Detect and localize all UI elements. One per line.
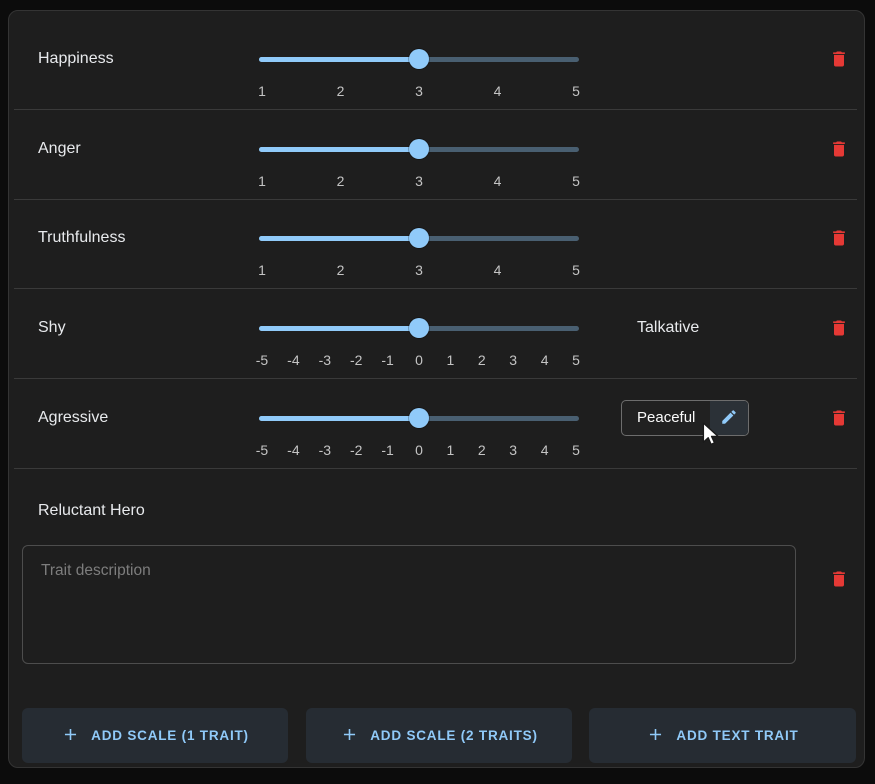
slider-fill [259, 57, 419, 62]
slider-tick-labels: -5 -4 -3 -2 -1 0 1 2 3 4 5 [262, 442, 576, 459]
traits-panel: Happiness 1 2 3 4 5 Anger [8, 10, 865, 768]
add-scale-2-label: ADD SCALE (2 TRAITS) [370, 728, 538, 743]
slider-tick-labels: 1 2 3 4 5 [262, 83, 576, 100]
trait-name-left: Shy [38, 308, 66, 348]
trash-icon [829, 318, 849, 341]
row-divider [14, 378, 857, 379]
delete-trait-button[interactable] [826, 406, 852, 432]
trait-name: Truthfulness [38, 218, 125, 258]
delete-trait-button[interactable] [826, 137, 852, 163]
row-divider [14, 468, 857, 469]
trait-slider[interactable] [259, 318, 579, 338]
trait-row-agressive: Agressive -5 -4 -3 -2 -1 0 1 2 3 4 5 Pea… [9, 398, 864, 470]
row-divider [14, 199, 857, 200]
trait-name-left: Agressive [38, 398, 108, 438]
trash-icon [829, 228, 849, 251]
plus-icon [646, 725, 665, 747]
slider-thumb[interactable] [409, 49, 429, 69]
trait-description-input[interactable] [22, 545, 796, 664]
trait-slider[interactable] [259, 49, 579, 69]
slider-fill [259, 326, 419, 331]
trait-slider[interactable] [259, 408, 579, 428]
delete-trait-button[interactable] [826, 226, 852, 252]
trash-icon [829, 408, 849, 431]
trait-slider[interactable] [259, 228, 579, 248]
trash-icon [829, 569, 849, 592]
edit-button[interactable] [710, 401, 748, 435]
slider-thumb[interactable] [409, 228, 429, 248]
add-text-trait-label: ADD TEXT TRAIT [676, 728, 798, 743]
right-trait-name-value[interactable]: Peaceful [622, 401, 710, 435]
right-trait-name-editor[interactable]: Peaceful [621, 400, 749, 436]
slider-fill [259, 236, 419, 241]
plus-icon [340, 725, 359, 747]
trait-name: Happiness [38, 39, 114, 79]
slider-thumb[interactable] [409, 318, 429, 338]
trait-row-happiness: Happiness 1 2 3 4 5 [9, 39, 864, 111]
slider-thumb[interactable] [409, 408, 429, 428]
trait-row-truthfulness: Truthfulness 1 2 3 4 5 [9, 218, 864, 290]
slider-thumb[interactable] [409, 139, 429, 159]
trait-name: Anger [38, 129, 81, 169]
add-scale-1-trait-button[interactable]: ADD SCALE (1 TRAIT) [22, 708, 288, 763]
page: Happiness 1 2 3 4 5 Anger [0, 0, 875, 784]
row-divider [14, 109, 857, 110]
slider-fill [259, 416, 419, 421]
row-divider [14, 288, 857, 289]
add-scale-2-traits-button[interactable]: ADD SCALE (2 TRAITS) [306, 708, 572, 763]
pencil-icon [720, 408, 738, 429]
trait-row-anger: Anger 1 2 3 4 5 [9, 129, 864, 201]
text-trait-name: Reluctant Hero [38, 501, 145, 521]
delete-text-trait-button[interactable] [826, 567, 852, 593]
trait-slider[interactable] [259, 139, 579, 159]
trash-icon [829, 139, 849, 162]
add-scale-1-label: ADD SCALE (1 TRAIT) [91, 728, 249, 743]
add-text-trait-button[interactable]: ADD TEXT TRAIT [589, 708, 856, 763]
trait-name-right: Talkative [637, 308, 699, 348]
delete-trait-button[interactable] [826, 47, 852, 73]
delete-trait-button[interactable] [826, 316, 852, 342]
plus-icon [61, 725, 80, 747]
trash-icon [829, 49, 849, 72]
slider-tick-labels: -5 -4 -3 -2 -1 0 1 2 3 4 5 [262, 352, 576, 369]
trait-row-shy: Shy -5 -4 -3 -2 -1 0 1 2 3 4 5 Talkative [9, 308, 864, 380]
slider-fill [259, 147, 419, 152]
slider-tick-labels: 1 2 3 4 5 [262, 262, 576, 279]
slider-tick-labels: 1 2 3 4 5 [262, 173, 576, 190]
